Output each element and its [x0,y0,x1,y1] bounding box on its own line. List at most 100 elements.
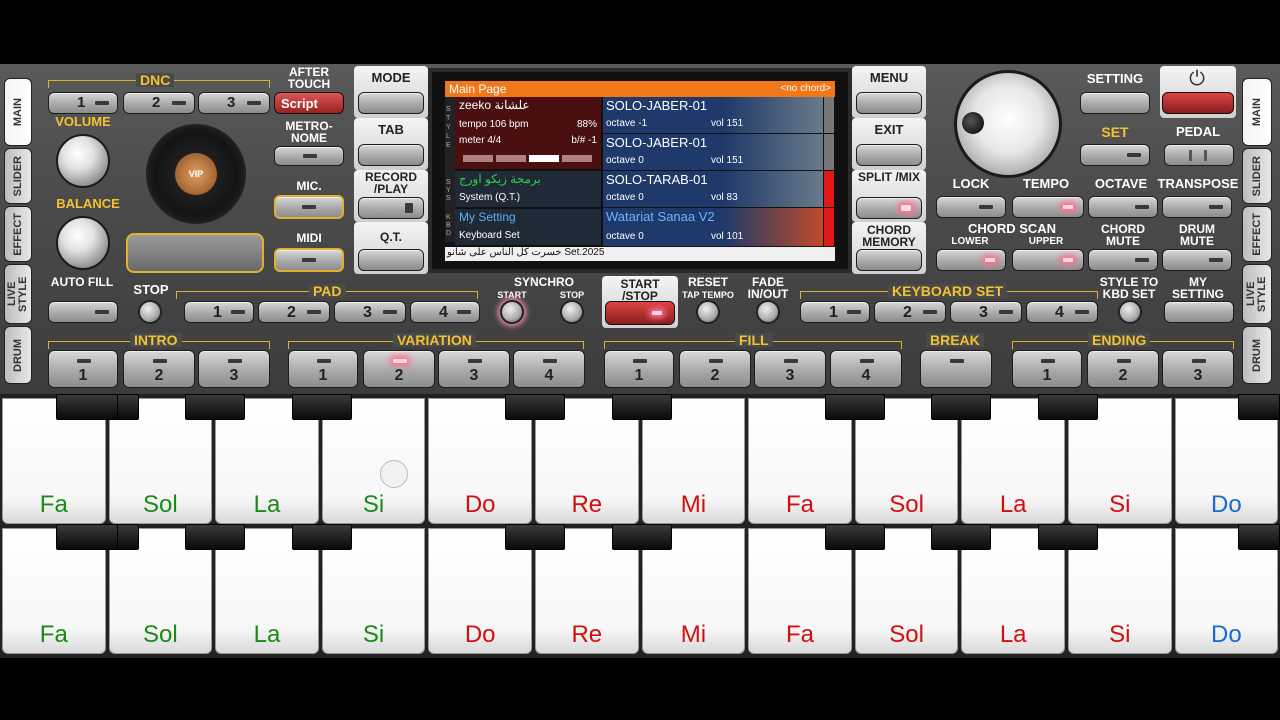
variation-button-3[interactable]: 3 [438,350,510,388]
split-mix-button[interactable] [856,197,922,219]
intro-button-3[interactable]: 3 [198,350,270,388]
pad-button-2[interactable]: 2 [258,301,330,323]
voice-row[interactable]: SOLO-JABER-01 octave 0 vol 151 [603,134,823,170]
piano-key-black[interactable] [1238,394,1280,420]
kbd-set-button-2[interactable]: 2 [874,301,946,323]
reset-knob[interactable] [696,300,720,324]
piano-key-black[interactable] [611,394,672,420]
piano-key-black[interactable] [185,524,246,550]
menu-button[interactable] [856,92,922,114]
voice-mute-indicator[interactable] [824,208,834,246]
volume-knob[interactable] [56,134,110,188]
voice-row[interactable]: Watariat Sanaa V2 octave 0 vol 101 [603,208,823,246]
record-play-button[interactable] [358,197,424,219]
pad-button-1[interactable]: 1 [184,301,254,323]
lock-button[interactable] [936,196,1006,218]
keyboard-set-box[interactable]: My Setting Keyboard Set [455,209,601,245]
kbd-set-button-3[interactable]: 3 [950,301,1022,323]
tab-drum-left[interactable]: DRUM [4,326,32,384]
transpose-button[interactable] [1162,196,1232,218]
piano-key-black[interactable] [56,524,118,550]
tab-main-left[interactable]: MAIN [4,78,32,146]
piano-key-black[interactable] [931,524,992,550]
piano-key-black[interactable] [505,394,565,420]
ending-button-1[interactable]: 1 [1012,350,1082,388]
auto-fill-button[interactable] [48,301,118,323]
fill-button-4[interactable]: 4 [830,350,902,388]
voice-mute-indicator[interactable] [824,97,834,133]
synchro-stop-knob[interactable] [560,300,584,324]
kbd-set-button-4[interactable]: 4 [1026,301,1098,323]
chord-mute-button[interactable] [1088,249,1158,271]
voice-row[interactable]: SOLO-JABER-01 octave -1 vol 151 [603,97,823,133]
dnc-button-3[interactable]: 3 [198,92,270,114]
variation-button-2[interactable]: 2 [363,350,435,388]
style-box[interactable]: zeeko علشانة tempo 106 bpm 88% meter 4/4… [455,97,601,169]
power-button[interactable] [1162,92,1234,114]
set-button[interactable] [1080,144,1150,166]
piano-key-black[interactable] [1038,524,1098,550]
tab-effect-right[interactable]: EFFECT [1242,206,1272,262]
voice-row[interactable]: SOLO-TARAB-01 octave 0 vol 83 [603,171,823,207]
tab-slider-right[interactable]: SLIDER [1242,148,1272,204]
midi-button[interactable] [274,248,344,272]
fill-button-1[interactable]: 1 [604,350,674,388]
tab-effect-left[interactable]: EFFECT [4,206,32,262]
script-button[interactable]: Script [274,92,344,114]
piano-key-black[interactable] [824,394,885,420]
metronome-button[interactable] [274,146,344,166]
intro-button-1[interactable]: 1 [48,350,118,388]
qt-button[interactable] [358,249,424,271]
piano-key-black[interactable] [56,394,118,420]
piano-key-black[interactable] [185,394,246,420]
variation-button-1[interactable]: 1 [288,350,358,388]
pedal-button[interactable] [1164,144,1234,166]
balance-knob[interactable] [56,216,110,270]
tab-slider-left[interactable]: SLIDER [4,148,32,204]
piano-key-black[interactable] [1238,524,1280,550]
piano-key-black[interactable] [505,524,565,550]
piano-key-black[interactable] [291,394,352,420]
chord-memory-button[interactable] [856,249,922,271]
piano-key-black[interactable] [611,524,672,550]
tab-live-style-left[interactable]: LIVE STYLE [4,264,32,324]
octave-button[interactable] [1088,196,1158,218]
variation-button-4[interactable]: 4 [513,350,585,388]
kbd-set-button-1[interactable]: 1 [800,301,870,323]
dnc-button-2[interactable]: 2 [123,92,195,114]
piano-key-black[interactable] [824,524,885,550]
voice-mute-indicator[interactable] [824,171,834,207]
tab-main-right[interactable]: MAIN [1242,78,1272,146]
chord-scan-lower-button[interactable] [936,249,1006,271]
ending-button-3[interactable]: 3 [1162,350,1234,388]
system-box[interactable]: برمجة زيكو اورج System (Q.T.) [455,171,601,207]
chord-scan-upper-button[interactable] [1012,249,1084,271]
tab-drum-right[interactable]: DRUM [1242,326,1272,384]
piano-key-black[interactable] [291,524,352,550]
fill-button-2[interactable]: 2 [679,350,751,388]
mic-button[interactable] [274,195,344,219]
tab-button[interactable] [358,144,424,166]
my-setting-button[interactable] [1164,301,1234,323]
pad-button-3[interactable]: 3 [334,301,406,323]
voice-mute-indicator[interactable] [824,134,834,170]
ending-button-2[interactable]: 2 [1087,350,1159,388]
fill-button-3[interactable]: 3 [754,350,826,388]
fade-knob[interactable] [756,300,780,324]
piano-key-black[interactable] [931,394,992,420]
pad-button-4[interactable]: 4 [410,301,480,323]
exit-button[interactable] [856,144,922,166]
setting-button[interactable] [1080,92,1150,114]
tab-live-style-right[interactable]: LIVE STYLE [1242,264,1272,324]
dnc-button-1[interactable]: 1 [48,92,118,114]
pad-area[interactable] [126,233,264,273]
piano-key-black[interactable] [1038,394,1098,420]
tempo-button[interactable] [1012,196,1084,218]
intro-button-2[interactable]: 2 [123,350,195,388]
pad-stop-knob[interactable] [138,300,162,324]
start-stop-button[interactable] [605,301,675,325]
synchro-start-knob[interactable] [500,300,524,324]
break-button[interactable] [920,350,992,388]
mode-button[interactable] [358,92,424,114]
style-to-kbd-knob[interactable] [1118,300,1142,324]
